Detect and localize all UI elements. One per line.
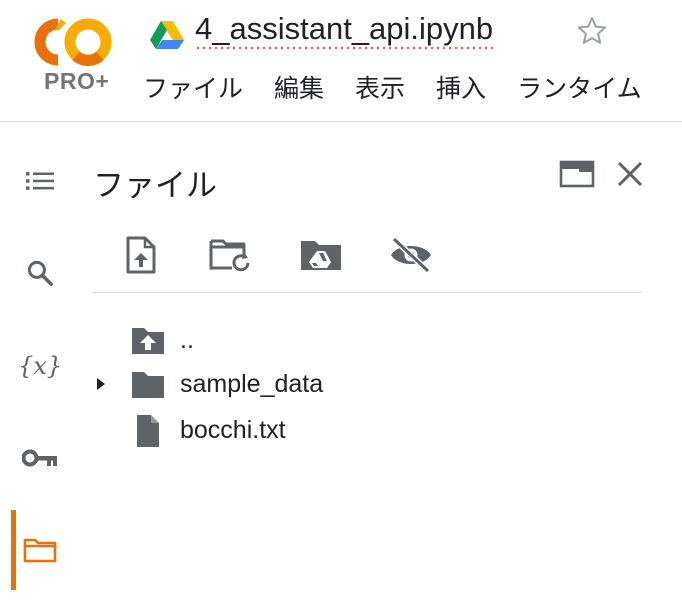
menu-file[interactable]: ファイル [143,73,243,105]
window-icon [559,160,595,188]
caret-right-icon[interactable] [92,374,110,394]
upload-file-icon [126,236,156,274]
folder-icon [132,372,164,398]
files-panel-title: ファイル [93,168,217,203]
rail-secrets-button[interactable] [16,434,64,482]
star-icon[interactable] [575,14,609,48]
close-panel-button[interactable] [608,152,652,196]
open-in-tab-button[interactable] [555,152,599,196]
folder-refresh-icon [209,239,250,272]
menu-view[interactable]: 表示 [355,73,405,105]
toggle-hidden-files-button[interactable] [384,228,438,282]
tree-row-bocchi-txt[interactable]: bocchi.txt [86,408,646,452]
drive-folder-icon [301,241,341,270]
rail-variables-button[interactable]: {x} [16,342,64,390]
search-icon [27,260,53,286]
refresh-button[interactable] [204,228,258,282]
list-icon [26,172,54,190]
menu-bar: ファイル 編集 表示 挿入 ランタイム [143,73,673,105]
menu-runtime[interactable]: ランタイム [517,73,642,105]
variables-icon: {x} [17,352,63,380]
tree-item-label: bocchi.txt [180,416,286,444]
notebook-title[interactable]: 4_assistant_api.ipynb [195,11,494,50]
close-icon [617,161,643,187]
menu-insert[interactable]: 挿入 [436,73,486,105]
mount-drive-button[interactable] [294,228,348,282]
folder-up-icon [132,328,164,354]
file-icon [137,415,159,447]
menu-edit[interactable]: 編集 [274,73,324,105]
tree-row-parent[interactable]: .. [86,318,646,362]
folder-icon [23,538,57,563]
rail-files-button[interactable] [16,526,64,574]
app-header: PRO+ 4_assistant_api.ipynb ファイル 編集 表示 挿入… [0,0,682,122]
eye-off-icon [391,236,431,274]
key-icon [22,449,57,467]
tree-item-label: sample_data [180,370,324,398]
rail-search-button[interactable] [16,249,64,297]
tree-item-label: .. [180,326,194,354]
colab-logo-icon [34,18,112,67]
google-drive-icon[interactable] [150,20,184,50]
spellcheck-underline [195,46,494,50]
files-toolbar [110,228,450,282]
plan-badge: PRO+ [44,68,110,94]
notebook-title-text: 4_assistant_api.ipynb [195,11,494,46]
toolbar-divider [92,292,642,293]
upload-button[interactable] [114,228,168,282]
tree-row-sample-data[interactable]: sample_data [86,362,646,406]
rail-toc-button[interactable] [16,157,64,205]
rail-active-indicator [11,510,16,590]
colab-logo[interactable]: PRO+ [28,14,114,100]
